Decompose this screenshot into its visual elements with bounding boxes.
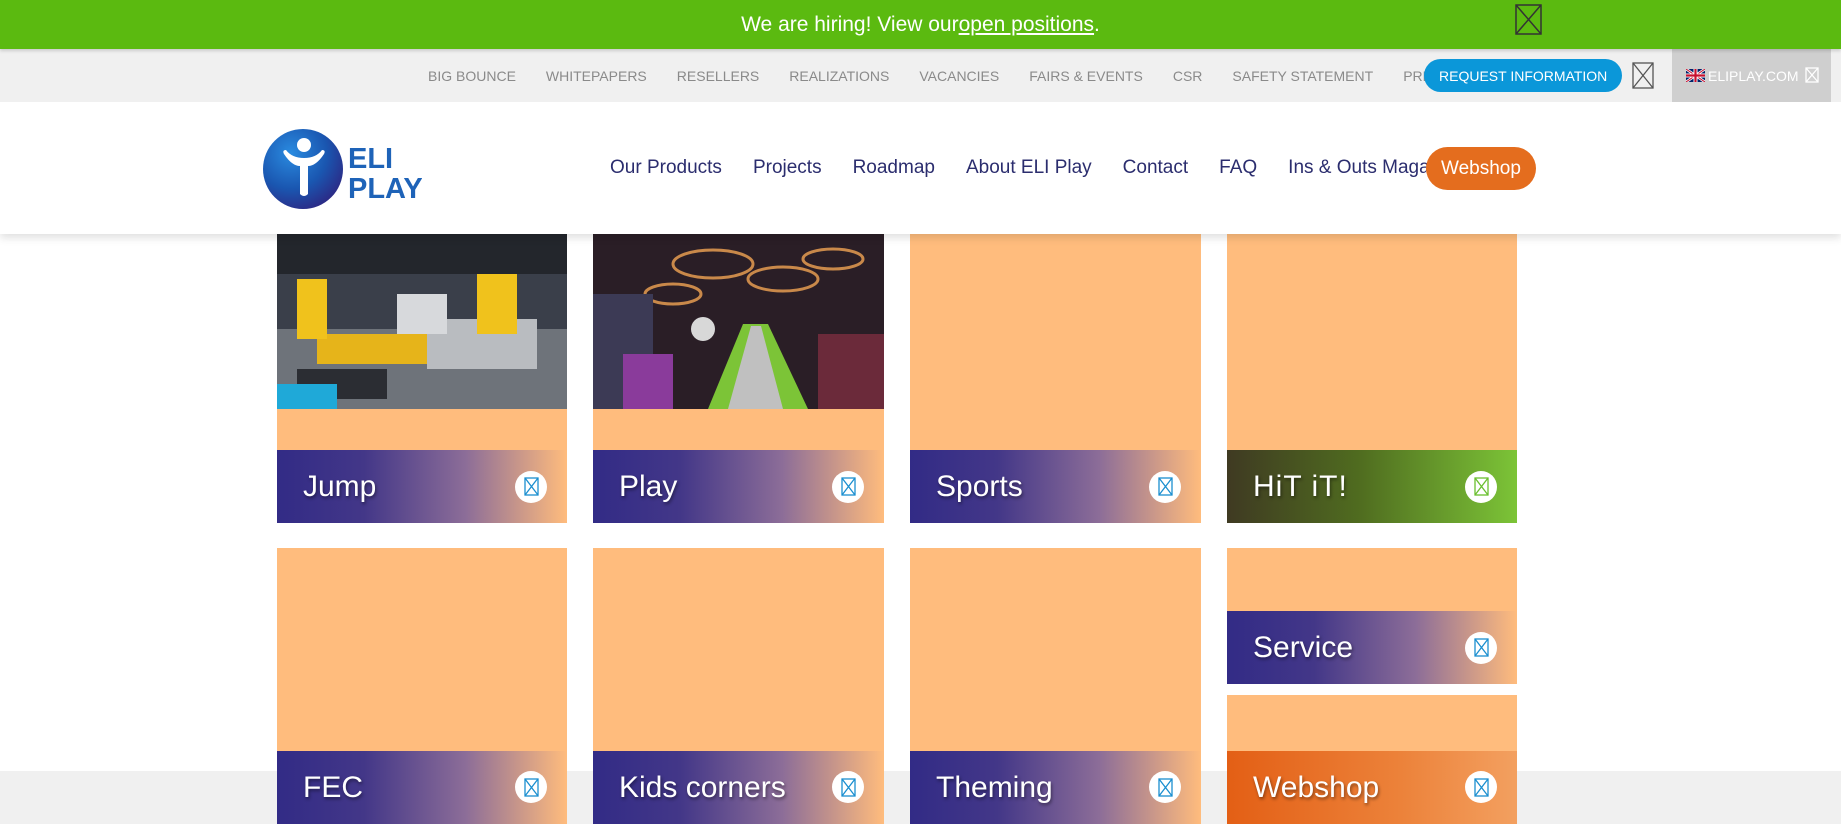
nav-our-products[interactable]: Our Products [610,157,722,179]
tile-bar: Webshop [1227,751,1517,824]
broken-image-icon[interactable] [1465,631,1497,664]
tile-bar: Theming [910,751,1201,824]
tile-label-fec: FEC [303,771,363,804]
close-icon[interactable] [1515,4,1542,35]
tile-bar: Service [1227,611,1517,684]
tile-bar: Jump [277,450,567,523]
nav-contact[interactable]: Contact [1123,157,1188,179]
nav-about[interactable]: About ELI Play [966,157,1092,179]
tile-hitit[interactable]: HiT iT! [1227,234,1517,523]
tile-label-theming: Theming [936,771,1053,804]
tile-fec[interactable]: FEC [277,548,567,824]
tile-bar: FEC [277,751,567,824]
jump-photo [277,234,567,409]
topbar-link-vacancies[interactable]: VACANCIES [919,68,999,84]
tile-bar: Play [593,450,884,523]
broken-image-icon[interactable] [515,470,547,503]
topbar-link-whitepapers[interactable]: WHITEPAPERS [546,68,647,84]
tile-label-play: Play [619,469,678,503]
language-selector[interactable]: ELIPLAY.COM [1672,49,1831,102]
tile-theming[interactable]: Theming [910,548,1201,824]
broken-image-icon[interactable] [1149,771,1181,803]
broken-image-icon[interactable] [515,771,547,803]
hiring-banner: We are hiring! View our open positions. [0,0,1841,49]
nav-projects[interactable]: Projects [753,157,822,179]
nav-faq[interactable]: FAQ [1219,157,1257,179]
language-label: ELIPLAY.COM [1708,67,1799,84]
secondary-nav-links: BIG BOUNCE WHITEPAPERS RESELLERS REALIZA… [428,49,1481,102]
tile-play[interactable]: Play [593,234,884,523]
tile-bar: HiT iT! [1227,450,1517,523]
tile-label-jump: Jump [303,469,377,503]
topbar-link-realizations[interactable]: REALIZATIONS [789,68,889,84]
topbar-link-csr[interactable]: CSR [1173,68,1203,84]
tile-label-webshop: Webshop [1253,771,1380,804]
broken-image-icon[interactable] [1465,771,1497,803]
broken-image-icon[interactable] [1465,470,1497,503]
tile-kids-corners[interactable]: Kids corners [593,548,884,824]
nav-roadmap[interactable]: Roadmap [853,157,935,179]
request-information-button[interactable]: REQUEST INFORMATION [1424,59,1623,92]
open-positions-link[interactable]: open positions [959,13,1094,37]
logo-text-play: PLAY [348,173,422,205]
webshop-button[interactable]: Webshop [1426,147,1536,190]
secondary-nav: BIG BOUNCE WHITEPAPERS RESELLERS REALIZA… [0,49,1841,102]
tile-label-service: Service [1253,630,1354,664]
close-icon[interactable] [1805,67,1819,83]
topbar-link-resellers[interactable]: RESELLERS [677,68,759,84]
topbar-link-big-bounce[interactable]: BIG BOUNCE [428,68,516,84]
main-header: ELI PLAY Our Products Projects Roadmap A… [0,102,1841,234]
tile-webshop[interactable]: Webshop [1227,695,1517,824]
broken-image-icon[interactable] [1632,62,1654,89]
uk-flag-icon [1686,69,1705,82]
banner-text: We are hiring! View our [741,12,959,36]
broken-image-icon[interactable] [832,470,864,503]
tile-label-kids-corners: Kids corners [619,771,786,804]
topbar-link-fairs-events[interactable]: FAIRS & EVENTS [1029,68,1143,84]
tile-label-hitit: HiT iT! [1253,469,1348,503]
topbar-link-safety-statement[interactable]: SAFETY STATEMENT [1232,68,1373,84]
tile-label-sports: Sports [936,469,1023,503]
banner-suffix: . [1094,12,1100,36]
tile-bar: Sports [910,450,1201,523]
play-photo [593,234,884,409]
broken-image-icon[interactable] [832,771,864,803]
logo-text-eli: ELI [348,143,393,175]
tile-jump[interactable]: Jump [277,234,567,523]
primary-nav: Our Products Projects Roadmap About ELI … [610,147,1496,189]
tile-service[interactable]: Service [1227,548,1517,684]
tile-sports[interactable]: Sports [910,234,1201,523]
eli-play-logo[interactable]: ELI PLAY [262,128,422,210]
tile-bar: Kids corners [593,751,884,824]
broken-image-icon[interactable] [1149,470,1181,503]
